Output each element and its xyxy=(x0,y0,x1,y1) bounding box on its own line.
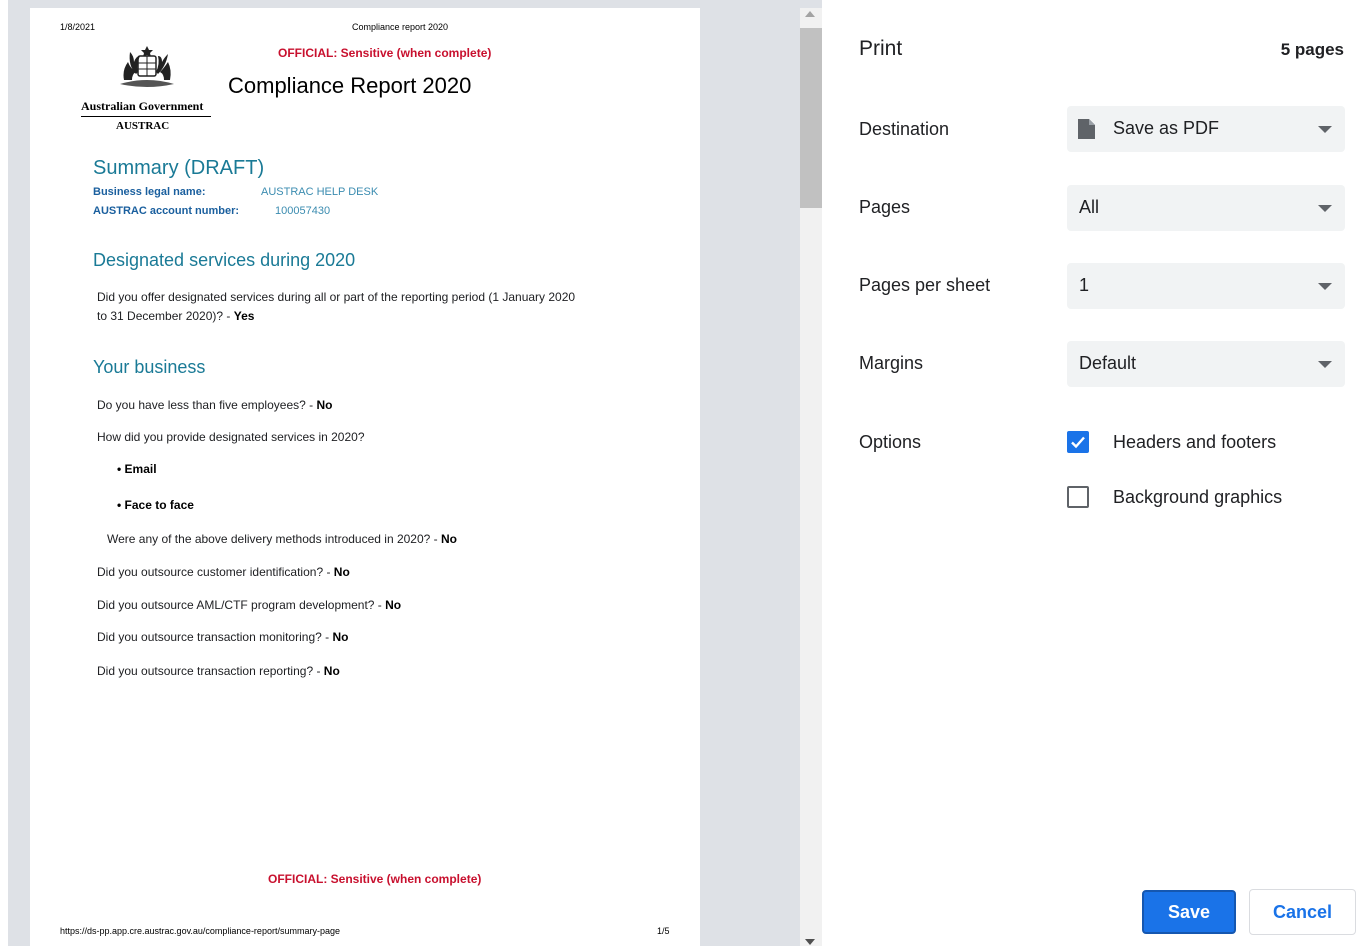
logo-text-austrac: AUSTRAC xyxy=(116,120,170,132)
chevron-down-icon xyxy=(1318,205,1332,212)
answer-outsource-reporting: No xyxy=(323,664,340,678)
headers-footers-label[interactable]: Headers and footers xyxy=(1113,432,1276,453)
panel-title: Print xyxy=(859,37,903,60)
question-employees: Do you have less than five employees? - … xyxy=(97,398,333,412)
account-number-value: 100057430 xyxy=(275,205,331,217)
answer-employees: No xyxy=(316,398,333,412)
preview-page: 1/8/2021 Compliance report 2020 OFFICIAL… xyxy=(30,8,700,946)
question-outsource-reporting: Did you outsource transaction reporting?… xyxy=(97,664,340,678)
question-how-provide: How did you provide designated services … xyxy=(97,430,365,444)
background-graphics-checkbox[interactable] xyxy=(1067,486,1089,508)
answer-outsource-cid: No xyxy=(333,565,350,579)
classification-top: OFFICIAL: Sensitive (when complete) xyxy=(278,46,492,60)
page-count: 5 pages xyxy=(1280,40,1344,59)
headers-footers-checkbox[interactable] xyxy=(1067,431,1089,453)
save-button[interactable]: Save xyxy=(1142,890,1236,934)
question-outsource-cid: Did you outsource customer identificatio… xyxy=(97,565,350,579)
method-email: Email xyxy=(124,462,157,476)
chevron-down-icon xyxy=(1318,283,1332,290)
checkmark-icon xyxy=(1071,436,1085,449)
list-item: • Face to face xyxy=(117,498,194,512)
method-face-to-face: Face to face xyxy=(124,498,194,512)
answer-outsource-aml: No xyxy=(385,598,402,612)
section-designated-services: Designated services during 2020 xyxy=(93,250,356,270)
page-header-title: Compliance report 2020 xyxy=(352,22,449,32)
chevron-down-icon xyxy=(1318,361,1332,368)
logo-text-government: Australian Government xyxy=(81,99,204,113)
question-outsource-monitoring: Did you outsource transaction monitoring… xyxy=(97,630,349,644)
options-label: Options xyxy=(859,432,922,452)
destination-select[interactable]: Save as PDF xyxy=(1067,106,1345,152)
business-legal-name-label: Business legal name: xyxy=(93,186,206,198)
scroll-down-arrow-icon[interactable] xyxy=(805,939,815,945)
destination-label: Destination xyxy=(859,119,950,139)
classification-bottom: OFFICIAL: Sensitive (when complete) xyxy=(268,872,482,886)
question-delivery-introduced: Were any of the above delivery methods i… xyxy=(107,532,457,546)
question-outsource-aml: Did you outsource AML/CTF program develo… xyxy=(97,598,402,612)
scroll-up-arrow-icon[interactable] xyxy=(805,11,815,17)
margins-select[interactable]: Default xyxy=(1067,341,1345,387)
page-footer-url: https://ds-pp.app.cre.austrac.gov.au/com… xyxy=(60,926,340,936)
scrollbar-thumb[interactable] xyxy=(800,28,822,208)
section-your-business: Your business xyxy=(93,357,206,377)
print-settings-panel: Print 5 pages Destination Save as PDF Pa… xyxy=(822,0,1359,946)
chevron-down-icon xyxy=(1318,126,1332,133)
list-item: • Email xyxy=(117,462,157,476)
destination-value: Save as PDF xyxy=(1113,118,1220,138)
margins-label: Margins xyxy=(859,353,924,373)
left-edge xyxy=(0,0,8,946)
pages-per-sheet-label: Pages per sheet xyxy=(859,275,991,295)
pages-per-sheet-select[interactable]: 1 xyxy=(1067,263,1345,309)
pages-value: All xyxy=(1079,197,1100,217)
cancel-button[interactable]: Cancel xyxy=(1249,889,1356,935)
coat-of-arms-logo xyxy=(120,46,174,87)
report-title: Compliance Report 2020 xyxy=(228,73,472,98)
question-designated-line1: Did you offer designated services during… xyxy=(97,290,576,304)
account-number-label: AUSTRAC account number: xyxy=(93,205,240,217)
answer-designated: Yes xyxy=(233,309,255,323)
pages-select[interactable]: All xyxy=(1067,185,1345,231)
answer-delivery-introduced: No xyxy=(440,532,457,546)
pages-per-sheet-value: 1 xyxy=(1079,275,1090,295)
pages-label: Pages xyxy=(859,197,911,217)
page-header-date: 1/8/2021 xyxy=(60,22,96,32)
question-designated-line2: to 31 December 2020)? - Yes xyxy=(97,309,255,323)
logo-divider xyxy=(81,116,211,117)
answer-outsource-monitoring: No xyxy=(332,630,349,644)
document-icon xyxy=(1078,119,1095,139)
business-legal-name-value: AUSTRAC HELP DESK xyxy=(261,186,379,198)
page-footer-number: 1/5 xyxy=(657,926,670,936)
margins-value: Default xyxy=(1079,353,1137,373)
summary-title: Summary (DRAFT) xyxy=(93,157,265,179)
background-graphics-label[interactable]: Background graphics xyxy=(1113,487,1282,508)
